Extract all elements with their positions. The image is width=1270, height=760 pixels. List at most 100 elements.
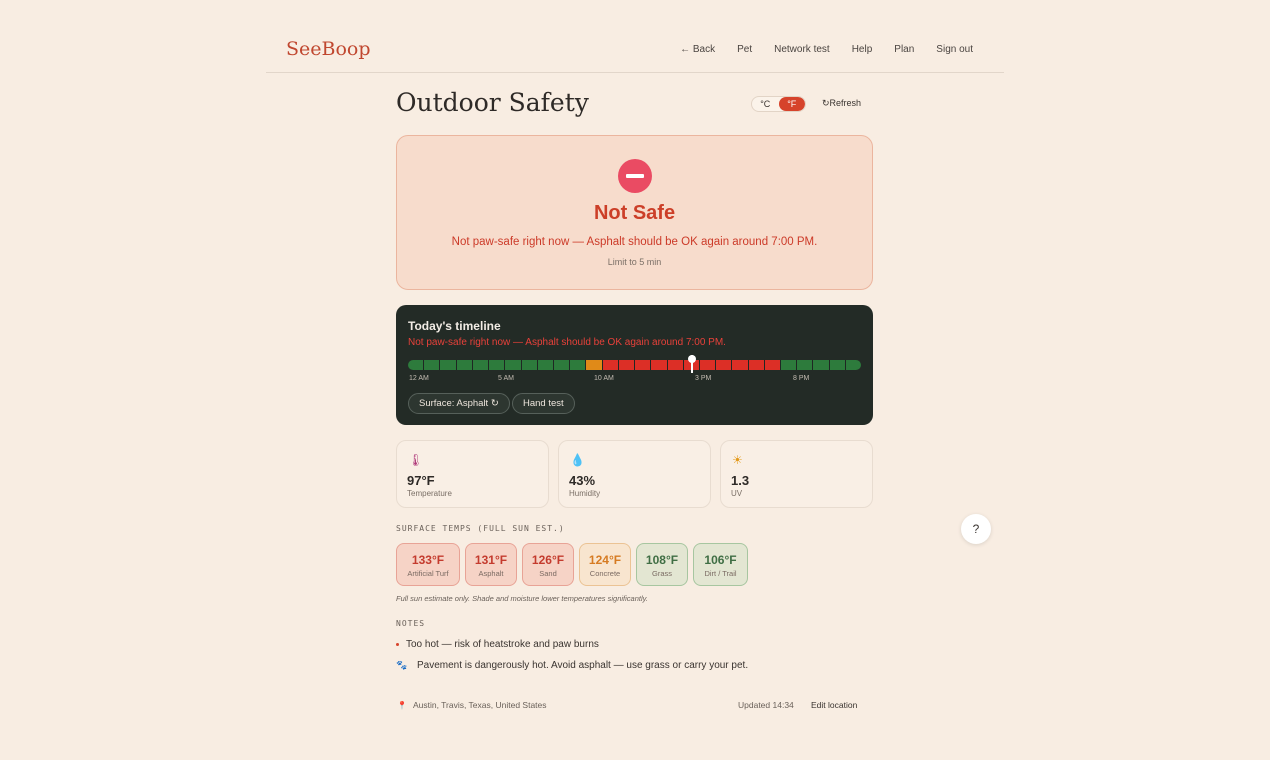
help-icon[interactable]: ? [961,514,991,544]
edit-location-link[interactable]: Edit location [811,700,857,710]
surface-name: Concrete [589,569,621,578]
surfaces-heading: SURFACE TEMPS (FULL SUN EST.) [396,524,565,533]
timeline-segment-danger [716,360,732,370]
top-bar: SeeBoop ← Back Pet Network test Help Pla… [266,0,1004,73]
sun-icon: ☀ [732,453,743,467]
surfaces-footnote: Full sun estimate only. Shade and moistu… [396,594,648,603]
surface-tile-artificial-turf: 133°F Artificial Turf [396,543,460,586]
timeline-tick: 8 PM [793,375,810,382]
metric-label: Humidity [569,489,601,498]
celsius-option[interactable]: °C [752,97,779,111]
timeline-segment-safe [813,360,829,370]
timeline-message: Not paw-safe right now — Asphalt should … [408,337,726,348]
surface-name: Sand [539,569,557,578]
timeline-segment-safe [472,360,489,370]
surface-temp: 124°F [588,553,622,567]
timeline-tick: 5 AM [498,375,514,382]
timeline-segment-safe [408,360,424,370]
timeline-segment-caution [586,360,602,370]
droplet-icon: 💧 [570,453,585,467]
timeline-segment-danger [667,360,683,370]
timeline-segment-danger [602,360,618,370]
note-item: 🐾 Pavement is dangerously hot. Avoid asph… [396,660,748,671]
map-pin-icon: 📍 [397,701,407,710]
surface-name: Dirt / Trail [704,569,737,578]
refresh-button[interactable]: ↻Refresh [822,98,861,109]
timeline-segment-safe [505,360,521,370]
timeline-segment-danger [699,360,716,370]
timeline-tick: 3 PM [695,375,712,382]
metric-label: UV [731,489,743,498]
paw-icon: 🐾 [396,660,408,670]
page-title: Outdoor Safety [396,88,589,117]
surface-tile-sand: 126°F Sand [522,543,574,586]
metric-value: 43% [569,473,596,488]
timeline-segment-safe [424,360,440,370]
surface-tile-dirt-trail: 106°F Dirt / Trail [693,543,748,586]
fahrenheit-option[interactable]: °F [778,97,805,111]
surface-tile-asphalt: 131°F Asphalt [465,543,517,586]
surface-tile-grass: 108°F Grass [636,543,688,586]
timeline-segment-safe [781,360,797,370]
nav-back[interactable]: ← Back [680,44,715,55]
timeline-segment-safe [521,360,537,370]
note-item: Too hot — risk of heatstroke and paw bur… [396,639,599,650]
humidity-card: 💧 43% Humidity [558,440,711,508]
metric-label: Temperature [407,489,452,498]
surface-name: Artificial Turf [407,569,449,578]
hand-test-chip[interactable]: Hand test [512,393,575,414]
timeline-segment-danger [764,360,781,370]
timeline-tick: 10 AM [594,375,614,382]
surface-temp: 131°F [474,553,508,567]
surface-temp: 126°F [531,553,565,567]
timeline-segment-safe [570,360,586,370]
main-nav: ← Back Pet Network test Help Plan Sign o… [680,44,973,55]
safety-status-card: Not Safe Not paw-safe right now — Asphal… [396,135,873,290]
timeline-segment-danger [748,360,764,370]
timeline-tick: 12 AM [409,375,429,382]
note-text: Too hot — risk of heatstroke and paw bur… [406,639,599,650]
nav-sign-out[interactable]: Sign out [936,44,973,55]
uv-card: ☀ 1.3 UV [720,440,873,508]
timeline-bar [408,360,861,370]
bullet-icon [396,642,399,646]
current-time-marker [688,355,696,373]
timeline-segment-safe [440,360,456,370]
surface-temp: 108°F [645,553,679,567]
timeline-card: Today's timeline Not paw-safe right now … [396,305,873,425]
metric-value: 1.3 [731,473,750,488]
surface-temp: 106°F [704,553,737,567]
surface-temp: 133°F [411,553,445,567]
timeline-segment-safe [456,360,472,370]
nav-plan[interactable]: Plan [894,44,914,55]
no-entry-icon [618,159,652,193]
timeline-segment-safe [845,360,861,370]
nav-help[interactable]: Help [852,44,873,55]
timeline-segment-safe [797,360,813,370]
timeline-segment-safe [489,360,505,370]
location-row: 📍 Austin, Travis, Texas, United States [397,700,547,710]
nav-network-test[interactable]: Network test [774,44,830,55]
note-text: Pavement is dangerously hot. Avoid aspha… [417,660,749,671]
status-message: Not paw-safe right now — Asphalt should … [451,236,818,248]
surface-selector-chip[interactable]: Surface: Asphalt ↻ [408,393,510,414]
location-text: Austin, Travis, Texas, United States [412,700,547,710]
unit-toggle: °C °F [751,96,806,112]
timeline-segment-danger [635,360,651,370]
status-title: Not Safe [593,202,676,224]
status-limit: Limit to 5 min [607,257,662,267]
metric-value: 97°F [407,473,435,488]
notes-heading: NOTES [396,619,426,628]
timeline-segment-safe [537,360,553,370]
surface-name: Asphalt [478,569,504,578]
timeline-segment-danger [732,360,748,370]
timeline-segment-danger [618,360,635,370]
timeline-segment-danger [651,360,667,370]
nav-pet[interactable]: Pet [737,44,752,55]
surface-tile-concrete: 124°F Concrete [579,543,631,586]
surface-name: Grass [651,569,672,578]
temperature-card: 🌡 97°F Temperature [396,440,549,508]
timeline-title: Today's timeline [408,319,501,333]
timeline-segment-safe [829,360,845,370]
brand-logo[interactable]: SeeBoop [286,38,371,60]
